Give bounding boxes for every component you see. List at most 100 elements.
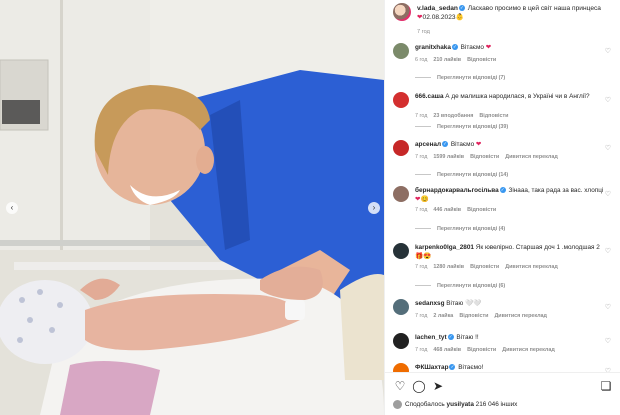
commenter-avatar[interactable] [393, 186, 409, 202]
commenter-username[interactable]: sedanxsg [415, 300, 444, 307]
commenter-avatar[interactable] [393, 43, 409, 59]
post-photo: ‹ › [0, 0, 384, 415]
view-replies-button[interactable]: Переглянути відповіді (14) [415, 172, 508, 178]
view-replies-button[interactable]: Переглянути відповіді (4) [415, 226, 505, 232]
comment-like-icon[interactable]: ♡ [605, 47, 611, 55]
commenter-username[interactable]: арсенал [415, 141, 441, 148]
comment-emoji: ❤😊 [415, 195, 429, 203]
comment-text: Вітаємо [450, 141, 475, 148]
comment-meta: 7 год 1599 лайків Відповісти Дивитися перек… [415, 154, 564, 160]
view-replies-button[interactable]: Переглянути відповіді (7) [415, 75, 505, 81]
commenter-avatar[interactable] [393, 243, 409, 259]
view-replies-button[interactable]: Переглянути відповіді (6) [415, 283, 505, 289]
comment-time: 7 год [415, 207, 428, 213]
comment-text: А де малишка народилася, в Україні чи в … [445, 93, 590, 100]
commenter-avatar[interactable] [393, 333, 409, 349]
view-replies-button[interactable]: Переглянути відповіді (39) [415, 124, 508, 130]
comment-likes[interactable]: 1280 лайків [433, 264, 464, 270]
comment-body: karpenko0lga_2801 Як ювелірно. Старшая д… [415, 244, 605, 261]
comments-panel: v.lada_sedan ✓ Ласкаво просимо в цей світ… [384, 0, 620, 415]
liked-by-user[interactable]: yusilyata [447, 401, 474, 408]
comment-text: Вітаємо [460, 44, 484, 51]
commenter-username[interactable]: бернардокарвальгосільва [415, 187, 499, 194]
comment-body: lachen_tyt ✓ Вітаю !! [415, 334, 605, 343]
comment-emoji: 🎁😍 [415, 252, 432, 260]
bookmark-icon[interactable]: ❏ [599, 379, 613, 393]
verified-icon: ✓ [499, 187, 506, 194]
comment-time: 7 год [415, 313, 428, 319]
comment-emoji: 🤍🤍 [464, 300, 482, 307]
translate-button[interactable]: Дивитися переклад [505, 264, 558, 270]
comment-meta: 7 год 1280 лайків Відповісти Дивитися перек… [415, 264, 564, 270]
comment-icon[interactable]: ◯ [412, 379, 426, 393]
caption-date: 02.08.2023 [422, 13, 456, 21]
reply-button[interactable]: Відповісти [459, 313, 488, 319]
translate-button[interactable]: Дивитися переклад [502, 347, 555, 353]
comment-likes[interactable]: 468 лайків [433, 347, 461, 353]
comment-text: Вітаю !! [456, 334, 479, 341]
comment-likes[interactable]: 23 вподобання [433, 113, 473, 119]
verified-icon: ✓ [449, 364, 456, 371]
reply-button[interactable]: Відповісти [470, 264, 499, 270]
comment-body: sedanxsg Вітаю 🤍🤍 [415, 300, 605, 309]
comment-body: бернардокарвальгосільва ✓ Зінааа, така ра… [415, 187, 605, 204]
comment-time: 7 год [415, 113, 428, 119]
commenter-username[interactable]: 666.саша [415, 93, 444, 100]
comment-like-icon[interactable]: ♡ [605, 247, 611, 255]
share-icon[interactable]: ➤ [431, 379, 445, 393]
chevron-right-icon[interactable]: › [368, 202, 380, 214]
comment-meta: 7 год 23 вподобання Відповісти [415, 113, 515, 119]
comment-likes[interactable]: 2 лайка [433, 313, 453, 319]
commenter-username[interactable]: karpenko0lga_2801 [415, 244, 474, 251]
post-time: 7 год [417, 29, 430, 35]
commenter-username[interactable]: ФКШахтар [415, 364, 448, 371]
commenter-avatar[interactable] [393, 140, 409, 156]
comment-meta: 7 год 468 лайків Відповісти Дивитися перекл… [415, 347, 561, 353]
comment-meta: 7 год 2 лайка Відповісти Дивитися переклад [415, 313, 553, 319]
liked-by-prefix: Сподобалось [405, 401, 445, 409]
author-username[interactable]: v.lada_sedan [417, 5, 458, 12]
caption-text: v.lada_sedan ✓ Ласкаво просимо в цей світ… [417, 5, 617, 22]
author-avatar[interactable] [393, 3, 411, 21]
comment-likes[interactable]: 446 лайків [433, 207, 461, 213]
liker-avatar [393, 400, 402, 409]
comment-time: 6 год [415, 57, 428, 63]
verified-icon: ✓ [451, 44, 458, 51]
commenter-avatar[interactable] [393, 299, 409, 315]
reply-button[interactable]: Відповісти [479, 113, 508, 119]
reply-button[interactable]: Відповісти [467, 347, 496, 353]
liked-by[interactable]: Сподобалось yusilyata 216 046 інших [393, 400, 517, 409]
translate-button[interactable]: Дивитися переклад [505, 154, 558, 160]
baby-emoji-icon: 👶 [455, 13, 464, 21]
comment-likes[interactable]: 1599 лайків [433, 154, 464, 160]
verified-icon: ✓ [442, 141, 449, 148]
comment-time: 7 год [415, 264, 428, 270]
commenter-avatar[interactable] [393, 92, 409, 108]
comment-body: арсенал ✓ Вітаємо ❤ [415, 141, 605, 150]
comment-time: 7 год [415, 154, 428, 160]
comment-like-icon[interactable]: ♡ [605, 144, 611, 152]
verified-icon: ✓ [447, 334, 454, 341]
chevron-left-icon[interactable]: ‹ [6, 202, 18, 214]
reply-button[interactable]: Відповісти [467, 207, 496, 213]
reply-button[interactable]: Відповісти [467, 57, 496, 63]
comment-like-icon[interactable]: ♡ [605, 303, 611, 311]
comment-body: granitxhaka ✓ Вітаємо ❤ [415, 44, 605, 53]
commenter-username[interactable]: granitxhaka [415, 44, 451, 51]
caption-body: Ласкаво просимо в цей світ наша принцеса [467, 5, 601, 12]
post-actions: ♡ ◯ ➤ ❏ Сподобалось yusilyata 216 046 ін… [385, 372, 620, 415]
comment-like-icon[interactable]: ♡ [605, 190, 611, 198]
comment-time: 7 год [415, 347, 428, 353]
comment-body: 666.саша А де малишка народилася, в Укра… [415, 93, 605, 102]
comment-meta: 7 год 446 лайків Відповісти [415, 207, 502, 213]
translate-button[interactable]: Дивитися переклад [494, 313, 547, 319]
comment-like-icon[interactable]: ♡ [605, 337, 611, 345]
liked-by-suffix: 216 046 інших [475, 401, 518, 409]
commenter-username[interactable]: lachen_tyt [415, 334, 447, 341]
comment-likes[interactable]: 210 лайків [433, 57, 461, 63]
comment-like-icon[interactable]: ♡ [605, 96, 611, 104]
comment-text: Вітаю [446, 300, 464, 307]
reply-button[interactable]: Відповісти [470, 154, 499, 160]
comment-text: Вітаємо! [458, 364, 484, 371]
heart-icon[interactable]: ♡ [393, 379, 407, 393]
